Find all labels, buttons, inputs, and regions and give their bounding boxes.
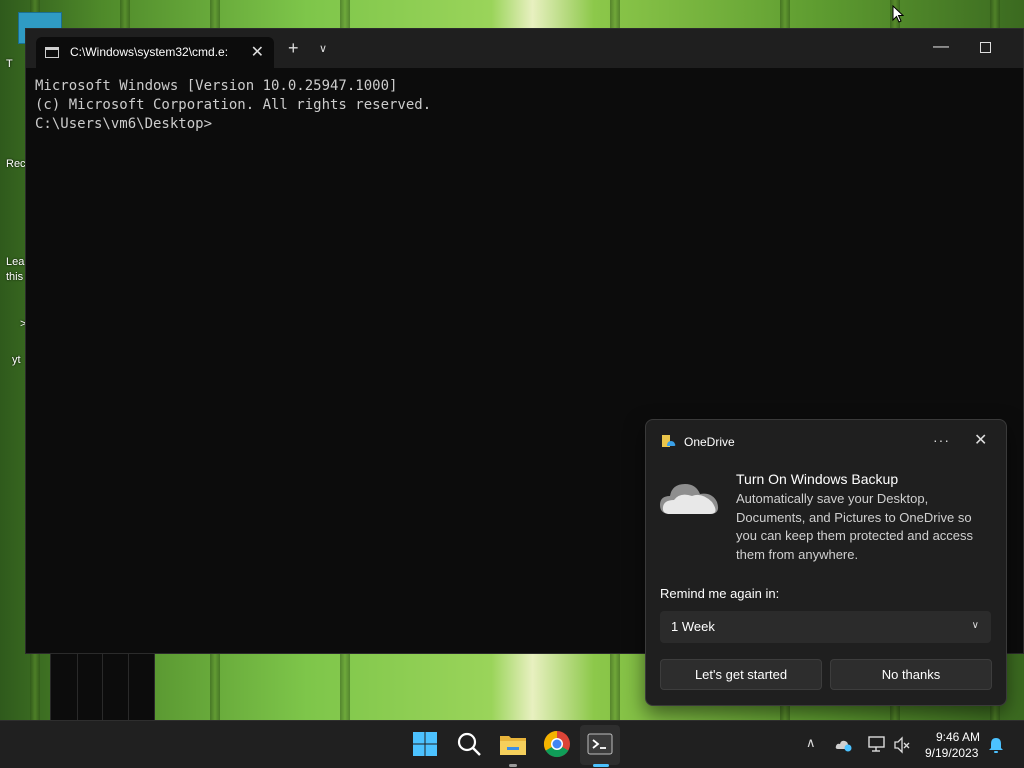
- cloud-icon: [660, 484, 719, 514]
- remind-dropdown-value: 1 Week: [671, 619, 715, 634]
- toast-body: Automatically save your Desktop, Documen…: [736, 491, 974, 562]
- cmd-icon: [45, 47, 59, 58]
- close-tab-icon[interactable]: ✕: [251, 42, 264, 62]
- clock-time[interactable]: 9:46 AM: [936, 730, 980, 744]
- onedrive-notification: OneDrive ··· ✕ Turn On Windows Backup Au…: [645, 419, 1007, 706]
- console-prompt: C:\Users\vm6\Desktop>: [35, 116, 213, 132]
- chevron-down-icon[interactable]: ∨: [319, 42, 327, 55]
- console-line: Microsoft Windows [Version 10.0.25947.10…: [35, 78, 398, 94]
- remind-dropdown[interactable]: 1 Week ∨: [660, 611, 991, 643]
- no-thanks-button[interactable]: No thanks: [830, 659, 992, 690]
- minimize-icon[interactable]: —: [933, 38, 949, 56]
- terminal-titlebar[interactable]: C:\Windows\system32\cmd.e: ✕ + ∨ —: [26, 29, 1023, 68]
- more-options-icon[interactable]: ···: [933, 432, 950, 448]
- chrome-icon[interactable]: [542, 729, 572, 759]
- close-icon[interactable]: ✕: [974, 430, 987, 450]
- new-tab-icon[interactable]: +: [288, 38, 299, 59]
- lets-get-started-button[interactable]: Let's get started: [660, 659, 822, 690]
- background-window-edges: [50, 654, 155, 720]
- maximize-icon[interactable]: [980, 42, 991, 53]
- console-line: (c) Microsoft Corporation. All rights re…: [35, 97, 432, 113]
- onedrive-app-icon: [662, 435, 676, 447]
- network-icon[interactable]: [867, 735, 887, 753]
- app-name: OneDrive: [684, 435, 735, 449]
- onedrive-tray-icon[interactable]: [835, 736, 853, 754]
- console-output[interactable]: Microsoft Windows [Version 10.0.25947.10…: [35, 77, 431, 134]
- windows-start-icon[interactable]: [410, 729, 440, 759]
- notifications-bell-icon[interactable]: [988, 736, 1004, 754]
- file-explorer-icon[interactable]: [498, 729, 528, 759]
- desktop-label: Lea: [6, 256, 25, 268]
- clock-date[interactable]: 9/19/2023: [925, 746, 978, 760]
- tab-title: C:\Windows\system32\cmd.e:: [70, 45, 229, 59]
- desktop-label: this: [6, 271, 24, 283]
- tab-cmd[interactable]: C:\Windows\system32\cmd.e: ✕: [36, 37, 274, 68]
- desktop-label: yt: [12, 354, 21, 366]
- chevron-down-icon: ∨: [971, 620, 979, 631]
- toast-title: Turn On Windows Backup: [736, 471, 899, 487]
- show-hidden-icons-icon[interactable]: ∧: [806, 735, 816, 751]
- search-icon[interactable]: [454, 729, 484, 759]
- volume-muted-icon[interactable]: [893, 736, 911, 754]
- taskbar: ∧ 9:46 AM 9/19/2023: [0, 720, 1024, 768]
- desktop-label: T: [6, 58, 13, 70]
- running-indicator: [509, 764, 517, 767]
- remind-label: Remind me again in:: [660, 586, 780, 601]
- active-indicator: [593, 764, 609, 767]
- desktop-label: Rec: [6, 158, 26, 170]
- mouse-cursor-icon: [892, 5, 904, 23]
- terminal-icon[interactable]: [585, 729, 615, 759]
